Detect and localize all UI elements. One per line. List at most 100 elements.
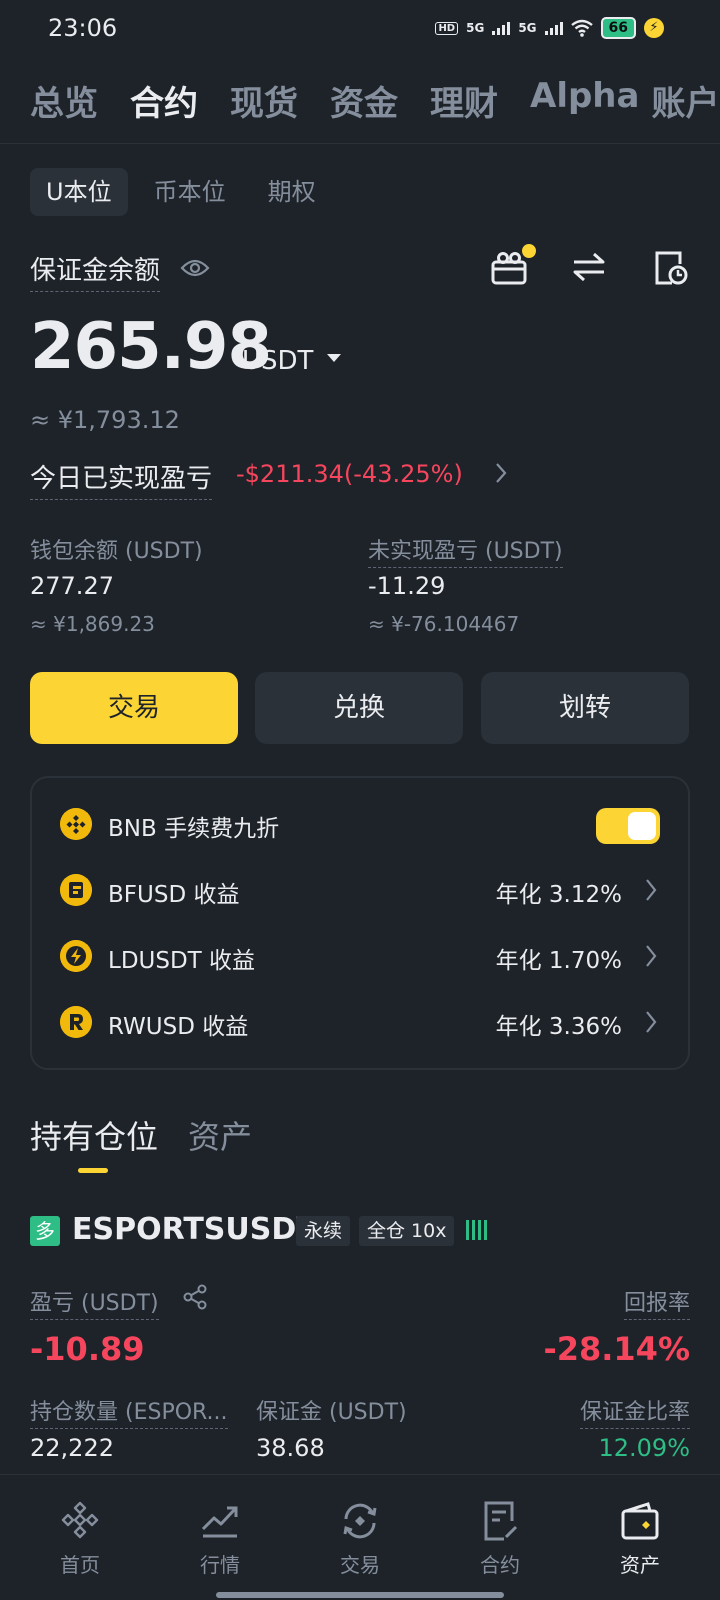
tab-account[interactable]: 账户 bbox=[651, 76, 719, 125]
today-pnl-value[interactable]: -$211.34(-43.25%) bbox=[236, 460, 463, 488]
tab-overview[interactable]: 总览 bbox=[30, 76, 98, 125]
chevron-right-icon[interactable] bbox=[494, 462, 508, 484]
tab-futures[interactable]: 合约 bbox=[130, 76, 198, 125]
charging-icon: ⚡ bbox=[644, 18, 664, 38]
hd-icon: HD bbox=[435, 21, 459, 35]
toggle-knob bbox=[628, 812, 656, 840]
position-symbol[interactable]: ESPORTSUSDT bbox=[72, 1212, 317, 1247]
bnb-coin-icon bbox=[60, 808, 92, 840]
subtab-coinm[interactable]: 币本位 bbox=[138, 168, 242, 216]
nav-label-futures: 合约 bbox=[480, 1553, 520, 1577]
subtab-options[interactable]: 期权 bbox=[252, 168, 332, 216]
top-tabs: 总览 合约 现货 资金 理财 Alpha 账户 bbox=[30, 76, 720, 125]
cross-leverage-tag[interactable]: 全仓 10x bbox=[359, 1216, 455, 1246]
nav-label-home: 首页 bbox=[60, 1553, 100, 1577]
nav-label-trade: 交易 bbox=[340, 1553, 380, 1577]
nav-trade[interactable]: 交易 bbox=[310, 1499, 410, 1578]
sub-tabs: U本位 币本位 期权 bbox=[30, 168, 332, 216]
wallet-icon bbox=[621, 1502, 659, 1540]
balance-unit[interactable]: USDT bbox=[242, 346, 313, 376]
position-margin-label: 保证金 (USDT) bbox=[256, 1400, 407, 1425]
binance-logo-icon bbox=[61, 1501, 99, 1539]
history-icon[interactable] bbox=[652, 250, 688, 286]
tab-alpha[interactable]: Alpha bbox=[530, 76, 639, 125]
nav-markets[interactable]: 行情 bbox=[170, 1499, 270, 1578]
chevron-right-icon bbox=[646, 879, 657, 901]
unrealized-pnl-value: -11.29 bbox=[368, 572, 446, 600]
network-5g-label-1: 5G bbox=[466, 21, 485, 35]
eye-icon[interactable] bbox=[180, 258, 210, 278]
ldusdt-coin-icon bbox=[60, 940, 92, 972]
wallet-balance-label: 钱包余额 (USDT) bbox=[30, 539, 203, 564]
bnb-discount-row: BNB 手续费九折 bbox=[32, 804, 688, 844]
rwusd-coin-icon bbox=[60, 1006, 92, 1038]
bnb-discount-toggle[interactable] bbox=[596, 808, 660, 844]
subtab-usdm[interactable]: U本位 bbox=[30, 168, 128, 216]
earn-name-rwusd: RWUSD 收益 bbox=[108, 1014, 249, 1040]
margin-balance-label[interactable]: 保证金余额 bbox=[30, 250, 161, 292]
convert-button[interactable]: 兑换 bbox=[255, 672, 463, 744]
notification-dot bbox=[522, 244, 536, 258]
chevron-right-icon bbox=[646, 1011, 657, 1033]
bottom-nav: 首页 行情 交易 合约 资产 bbox=[0, 1474, 720, 1600]
unrealized-pnl-label[interactable]: 未实现盈亏 (USDT) bbox=[368, 533, 563, 568]
signal-icon-1 bbox=[492, 21, 511, 35]
earn-row-ldusdt[interactable]: LDUSDT 收益 年化 1.70% bbox=[32, 936, 688, 976]
bfusd-coin-icon bbox=[60, 874, 92, 906]
share-icon[interactable] bbox=[182, 1284, 208, 1310]
unrealized-pnl-cny: ≈ ¥-76.104467 bbox=[368, 612, 520, 636]
position-size-label[interactable]: 持仓数量 (ESPOR... bbox=[30, 1394, 228, 1429]
status-icons: HD 5G 5G 66 ⚡ bbox=[435, 16, 664, 40]
position-pnl-label[interactable]: 盈亏 (USDT) bbox=[30, 1285, 159, 1320]
earn-card: BNB 手续费九折 BFUSD 收益 年化 3.12% LDUSDT 收益 年化… bbox=[30, 776, 690, 1070]
long-side-badge: 多 bbox=[30, 1216, 60, 1246]
tab-spot[interactable]: 现货 bbox=[230, 76, 298, 125]
status-time: 23:06 bbox=[48, 14, 118, 42]
gift-icon[interactable] bbox=[490, 250, 528, 286]
earn-row-rwusd[interactable]: RWUSD 收益 年化 3.36% bbox=[32, 1002, 688, 1042]
adl-indicator-icon bbox=[466, 1218, 487, 1240]
wallet-balance-cny: ≈ ¥1,869.23 bbox=[30, 612, 155, 636]
futures-document-icon bbox=[484, 1501, 518, 1541]
transfer-button[interactable]: 划转 bbox=[481, 672, 689, 744]
roe-label[interactable]: 回报率 bbox=[623, 1285, 690, 1320]
perpetual-tag: 永续 bbox=[296, 1216, 351, 1246]
battery-icon: 66 bbox=[600, 17, 636, 39]
nav-label-markets: 行情 bbox=[200, 1553, 240, 1577]
earn-name-bfusd: BFUSD 收益 bbox=[108, 882, 240, 908]
top-divider bbox=[0, 143, 720, 144]
caret-down-icon[interactable] bbox=[326, 352, 342, 364]
nav-futures[interactable]: 合约 bbox=[450, 1499, 550, 1578]
nav-assets[interactable]: 资产 bbox=[590, 1499, 690, 1578]
nav-home[interactable]: 首页 bbox=[30, 1499, 130, 1578]
margin-ratio-label[interactable]: 保证金比率 bbox=[579, 1394, 690, 1429]
tab-funding[interactable]: 资金 bbox=[330, 76, 398, 125]
today-pnl-label[interactable]: 今日已实现盈亏 bbox=[30, 458, 213, 500]
network-5g-label-2: 5G bbox=[518, 21, 537, 35]
position-size-value: 22,222 bbox=[30, 1434, 114, 1462]
trade-swap-icon bbox=[343, 1503, 377, 1539]
signal-icon-2 bbox=[544, 21, 563, 35]
earn-name-ldusdt: LDUSDT 收益 bbox=[108, 948, 256, 974]
tab-positions[interactable]: 持有仓位 bbox=[30, 1112, 158, 1158]
home-indicator bbox=[216, 1592, 504, 1598]
tab-assets[interactable]: 资产 bbox=[188, 1112, 252, 1158]
earn-rate-ldusdt: 年化 1.70% bbox=[495, 948, 622, 974]
earn-rate-bfusd: 年化 3.12% bbox=[495, 882, 622, 908]
balance-cny: ≈ ¥1,793.12 bbox=[30, 406, 180, 434]
bnb-discount-label: BNB 手续费九折 bbox=[108, 816, 280, 842]
earn-rate-rwusd: 年化 3.36% bbox=[495, 1014, 622, 1040]
margin-ratio-value: 12.09% bbox=[598, 1434, 690, 1462]
chart-trend-icon bbox=[201, 1506, 238, 1538]
wallet-balance-value: 277.27 bbox=[30, 572, 114, 600]
position-pnl-value: -10.89 bbox=[30, 1330, 145, 1368]
swap-arrows-icon[interactable] bbox=[572, 252, 606, 282]
trade-button[interactable]: 交易 bbox=[30, 672, 238, 744]
margin-balance-value: 265.98 bbox=[30, 310, 272, 384]
tab-earn[interactable]: 理财 bbox=[430, 76, 498, 125]
roe-value: -28.14% bbox=[543, 1330, 690, 1368]
chevron-right-icon bbox=[646, 945, 657, 967]
earn-row-bfusd[interactable]: BFUSD 收益 年化 3.12% bbox=[32, 870, 688, 910]
nav-label-assets: 资产 bbox=[620, 1553, 660, 1577]
position-margin-value: 38.68 bbox=[256, 1434, 325, 1462]
